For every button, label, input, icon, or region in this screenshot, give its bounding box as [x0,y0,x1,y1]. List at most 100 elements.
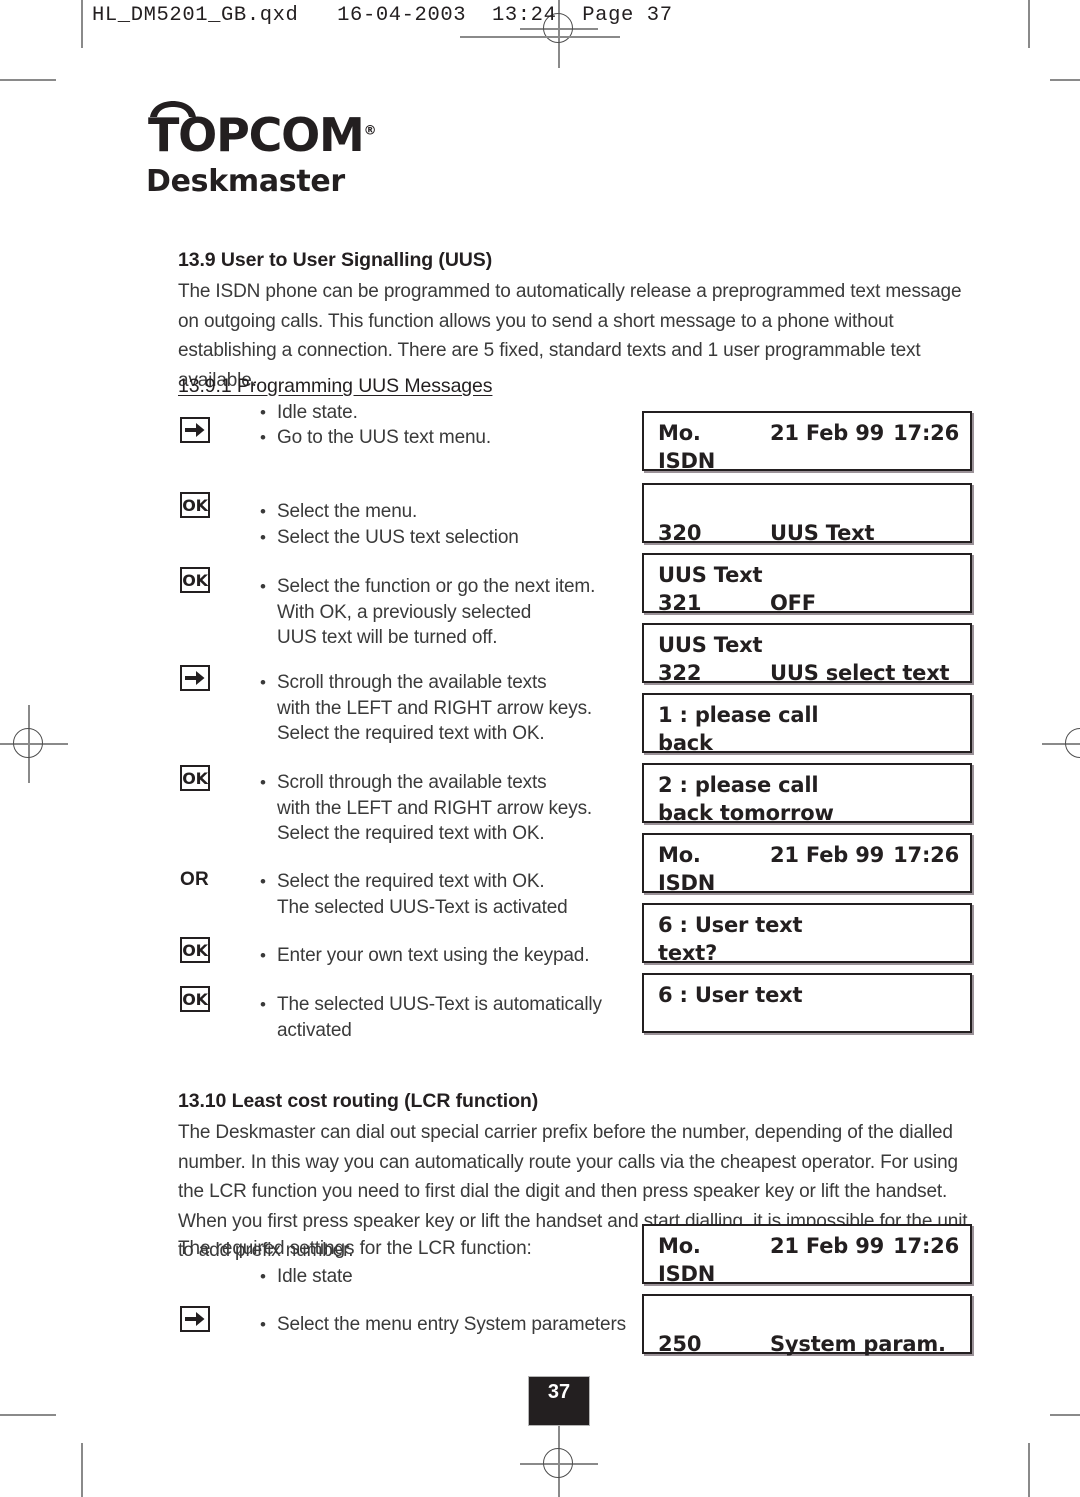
key-arrow-right-1[interactable] [180,417,210,443]
step-line: The selected UUS-Text is automatically [258,992,602,1018]
crop-mark-top-left-horizontal [0,79,56,81]
lcd-line [658,491,959,519]
step-line: with the LEFT and RIGHT arrow keys. [277,797,593,819]
lcd-display-user-text: 6 : User text [642,973,972,1033]
step-line: UUS text will be turned off. [277,627,498,648]
subsection-heading-uus-programming: 13.9.1 Programming UUS Messages [178,375,493,397]
lcd-line: text? [658,939,959,967]
lcd-line: 2 : please call [658,771,959,799]
lcd-line [658,1302,959,1330]
lcd-text: 6 : User text [658,983,803,1007]
step-text-auto-activated: The selected UUS-Text is automatically a… [258,992,602,1043]
lcd-time: 17:26 [893,1234,959,1258]
lcd-display-menu-320: 320 UUS Text [642,483,972,545]
key-ok-1[interactable]: OK [180,492,210,518]
lcd-date: 21 Feb 99 [770,421,885,445]
key-ok-2[interactable]: OK [180,567,210,593]
lcd-line: Mo. 21 Feb 99 17:26 [658,1232,959,1260]
lcd-display-idle-2: Mo. 21 Feb 99 17:26 ISDN [642,833,972,895]
file-header-rule [460,36,620,38]
lcd-menu-code: 321 [658,591,702,615]
lcd-line: 320 UUS Text [658,519,959,547]
lcd-date: 21 Feb 99 [770,843,885,867]
lcd-display-menu-322: UUS Text 322 UUS select text [642,623,972,685]
lcd-line: Mo. 21 Feb 99 17:26 [658,841,959,869]
lcd-line: UUS Text [658,631,959,659]
product-name: Deskmaster [146,164,345,199]
lcd-network: ISDN [658,449,716,473]
lcd-menu-label: UUS select text [770,661,950,685]
crop-mark-bottom-right-vertical [1028,1443,1030,1497]
crop-mark-bottom-left-horizontal [0,1414,56,1416]
lcd-line: back tomorrow [658,799,959,827]
step-text-goto-uus-menu: Go to the UUS text menu. [258,425,491,451]
step-line: Select the required text with OK. [258,869,568,895]
lcd-line: ISDN [658,869,959,897]
lcd-line [658,1009,959,1037]
lcd-menu-code: 250 [658,1332,702,1356]
arrow-right-icon [185,671,205,685]
crop-mark-top-left-vertical [81,0,83,48]
step-text-idle: Idle state. [258,400,358,426]
section-heading-uus: 13.9 User to User Signalling (UUS) [178,249,493,271]
crop-mark-top-right-vertical [1028,0,1030,48]
lcd-line: 6 : User text [658,981,959,1009]
lcr-settings-intro: The required settings for the LCR functi… [178,1238,532,1259]
step-line: Select the UUS text selection [258,525,519,551]
lcd-text: UUS Text [658,633,763,657]
lcd-text: UUS Text [658,563,763,587]
step-line: Go to the UUS text menu. [258,425,491,451]
lcd-text: 1 : please call [658,703,819,727]
crop-mark-bottom-right-horizontal [1050,1414,1080,1416]
lcd-text: 6 : User text [658,913,803,937]
file-header-text: HL_DM5201_GB.qxd 16-04-2003 13:24 Page 3… [92,4,673,27]
lcd-text: back [658,731,713,755]
lcd-network: ISDN [658,1262,716,1286]
step-text-enter-own-text: Enter your own text using the keypad. [258,943,590,969]
lcd-menu-label: UUS Text [770,521,875,545]
registered-trademark-symbol: ® [363,123,377,139]
lcd-line: 321 OFF [658,589,959,617]
step-line: With OK, a previously selected [277,601,532,623]
key-arrow-right-3[interactable] [180,1306,210,1332]
lcd-menu-code: 322 [658,661,702,685]
lcd-line: 1 : please call [658,701,959,729]
lcd-network: ISDN [658,871,716,895]
lcd-line: ISDN [658,1260,959,1288]
step-line: Enter your own text using the keypad. [258,943,590,969]
step-line: Scroll through the available texts [258,670,592,696]
handset-icon [150,101,196,117]
crop-mark-bottom-left-vertical [81,1443,83,1497]
lcd-display-user-text-prompt: 6 : User text text? [642,903,972,965]
lcd-display-menu-250: 250 System param. [642,1294,972,1356]
step-line: with the LEFT and RIGHT arrow keys. [277,697,593,719]
lcd-display-lcr-idle: Mo. 21 Feb 99 17:26 ISDN [642,1224,972,1286]
step-separator-or: OR [180,869,209,890]
lcd-date: 21 Feb 99 [770,1234,885,1258]
registration-mark-bottom-center [520,1425,598,1497]
lcd-day: Mo. [658,1234,701,1258]
step-line: Select the menu. [258,499,519,525]
arrow-right-icon [185,1312,205,1326]
lcd-display-text-1: 1 : please call back [642,693,972,755]
key-ok-4[interactable]: OK [180,937,210,963]
step-text-or-select: Select the required text with OK. The se… [258,869,568,920]
lcr-step-text-idle: Idle state [258,1264,353,1290]
step-line: Select the required text with OK. [277,723,545,744]
lcd-display-idle-1: Mo. 21 Feb 99 17:26 ISDN [642,411,972,473]
key-arrow-right-2[interactable] [180,665,210,691]
lcd-time: 17:26 [893,843,959,867]
lcd-line: 322 UUS select text [658,659,959,687]
key-ok-3[interactable]: OK [180,765,210,791]
lcd-display-text-2: 2 : please call back tomorrow [642,763,972,825]
lcd-display-menu-321: UUS Text 321 OFF [642,553,972,615]
arrow-right-icon [185,423,205,437]
step-text-scroll-texts-2: Scroll through the available texts with … [258,770,592,847]
lcd-line: Mo. 21 Feb 99 17:26 [658,419,959,447]
brand-logo: TOPCOM® Deskmaster [146,101,377,199]
lcd-line: back [658,729,959,757]
lcd-menu-label: System param. [770,1332,946,1356]
page-number-badge: 37 [528,1376,590,1426]
key-ok-5[interactable]: OK [180,986,210,1012]
lcd-menu-label: OFF [770,591,816,615]
